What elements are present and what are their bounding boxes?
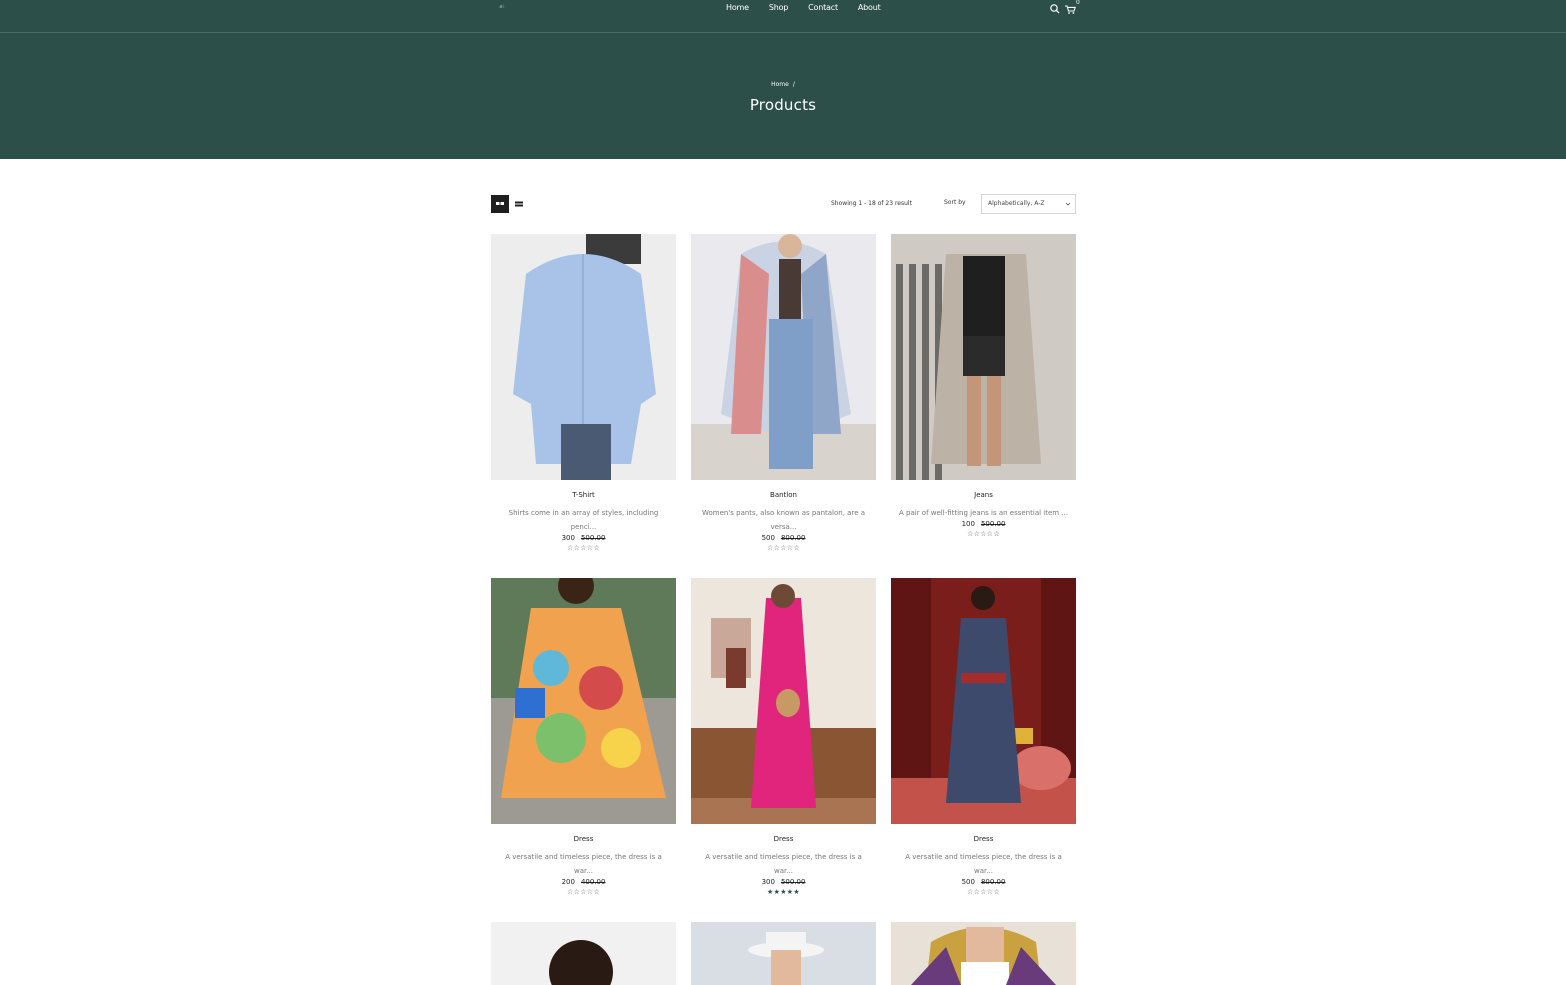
product-description: A pair of well-fitting jeans is an essen… — [899, 509, 1068, 517]
product-card[interactable]: T-Shirt Shirts come in an array of style… — [491, 234, 676, 553]
shop-toolbar: Showing 1 - 18 of 23 result Sort by Alph… — [491, 194, 1076, 214]
product-description: Shirts come in an array of styles, inclu… — [508, 509, 659, 531]
product-image[interactable] — [491, 922, 676, 985]
product-image[interactable] — [691, 578, 876, 824]
price-current: 100 — [961, 520, 975, 528]
cart-icon[interactable] — [1063, 1, 1077, 15]
breadcrumb: Home / — [0, 80, 1566, 90]
nav-shop[interactable]: Shop — [759, 0, 798, 18]
product-name[interactable]: Jeans — [891, 490, 1076, 500]
product-image[interactable] — [891, 922, 1076, 985]
nav-about[interactable]: About — [848, 0, 891, 18]
product-name[interactable]: Dress — [691, 834, 876, 844]
sort-select[interactable]: Alphabetically, A-Z — [981, 194, 1076, 214]
nav-contact[interactable]: Contact — [798, 0, 848, 18]
rating-stars: ☆☆☆☆☆ — [967, 530, 1000, 538]
product-card[interactable] — [491, 922, 676, 985]
nav-home[interactable]: Home — [716, 0, 759, 18]
product-card[interactable]: Dress A versatile and timeless piece, th… — [891, 578, 1076, 897]
product-description: A versatile and timeless piece, the dres… — [905, 853, 1062, 875]
product-description: A versatile and timeless piece, the dres… — [505, 853, 662, 875]
product-image[interactable] — [691, 922, 876, 985]
product-image[interactable] — [491, 578, 676, 824]
product-image[interactable] — [891, 234, 1076, 480]
product-price: 300 500.00 — [691, 878, 876, 887]
page-title: Products — [749, 96, 817, 114]
product-name[interactable]: T-Shirt — [491, 490, 676, 500]
product-card[interactable]: Dress A versatile and timeless piece, th… — [491, 578, 676, 897]
price-old: 800.00 — [780, 534, 806, 542]
price-old: 800.00 — [980, 878, 1006, 886]
price-old: 500.00 — [580, 534, 606, 542]
sort-label: Sort by — [944, 199, 966, 206]
product-name[interactable]: Dress — [891, 834, 1076, 844]
product-card[interactable]: Bantlon Women's pants, also known as pan… — [691, 234, 876, 553]
rating-stars: ☆☆☆☆☆ — [567, 888, 600, 896]
price-old: 400.00 — [580, 878, 606, 886]
rating-stars: ★★★★★ — [767, 888, 800, 896]
price-old: 500.00 — [980, 520, 1006, 528]
product-card[interactable] — [691, 922, 876, 985]
product-price: 100 500.00 — [891, 520, 1076, 529]
breadcrumb-separator: / — [792, 81, 795, 88]
grid-view-icon — [496, 202, 504, 205]
rating-stars: ☆☆☆☆☆ — [967, 888, 1000, 896]
header-actions: 0 — [1048, 0, 1084, 17]
product-description: Women's pants, also known as pantalon, a… — [701, 509, 866, 531]
search-icon[interactable] — [1048, 1, 1062, 15]
grid-view-button[interactable] — [491, 195, 509, 213]
list-view-icon — [515, 201, 523, 207]
sort-select-value: Alphabetically, A-Z — [988, 200, 1045, 207]
product-card[interactable]: Jeans A pair of well-fitting jeans is an… — [891, 234, 1076, 539]
product-card[interactable] — [891, 922, 1076, 985]
cart-count-badge: 0 — [1076, 0, 1080, 6]
page-hero: ☙ Home Shop Contact About 0 Home / Produ… — [0, 0, 1566, 159]
product-description: A versatile and timeless piece, the dres… — [705, 853, 862, 875]
product-name[interactable]: Dress — [491, 834, 676, 844]
product-image[interactable] — [691, 234, 876, 480]
product-image[interactable] — [491, 234, 676, 480]
price-current: 500 — [961, 878, 975, 886]
product-price: 500 800.00 — [691, 534, 876, 543]
price-current: 500 — [761, 534, 775, 542]
top-navbar: ☙ Home Shop Contact About 0 — [0, 0, 1566, 33]
list-view-button[interactable] — [510, 195, 528, 213]
rating-stars: ☆☆☆☆☆ — [767, 544, 800, 552]
product-price: 200 400.00 — [491, 878, 676, 887]
main-nav: Home Shop Contact About — [716, 0, 891, 18]
rating-stars: ☆☆☆☆☆ — [567, 544, 600, 552]
breadcrumb-home[interactable]: Home — [771, 81, 789, 88]
logo[interactable]: ☙ — [498, 2, 506, 12]
product-price: 300 500.00 — [491, 534, 676, 543]
product-name[interactable]: Bantlon — [691, 490, 876, 500]
price-current: 300 — [761, 878, 775, 886]
product-card[interactable]: Dress A versatile and timeless piece, th… — [691, 578, 876, 897]
product-image[interactable] — [891, 578, 1076, 824]
price-current: 200 — [561, 878, 575, 886]
result-count: Showing 1 - 18 of 23 result — [831, 200, 912, 207]
price-current: 300 — [561, 534, 575, 542]
product-price: 500 800.00 — [891, 878, 1076, 887]
price-old: 500.00 — [780, 878, 806, 886]
chevron-down-icon — [1065, 202, 1071, 206]
